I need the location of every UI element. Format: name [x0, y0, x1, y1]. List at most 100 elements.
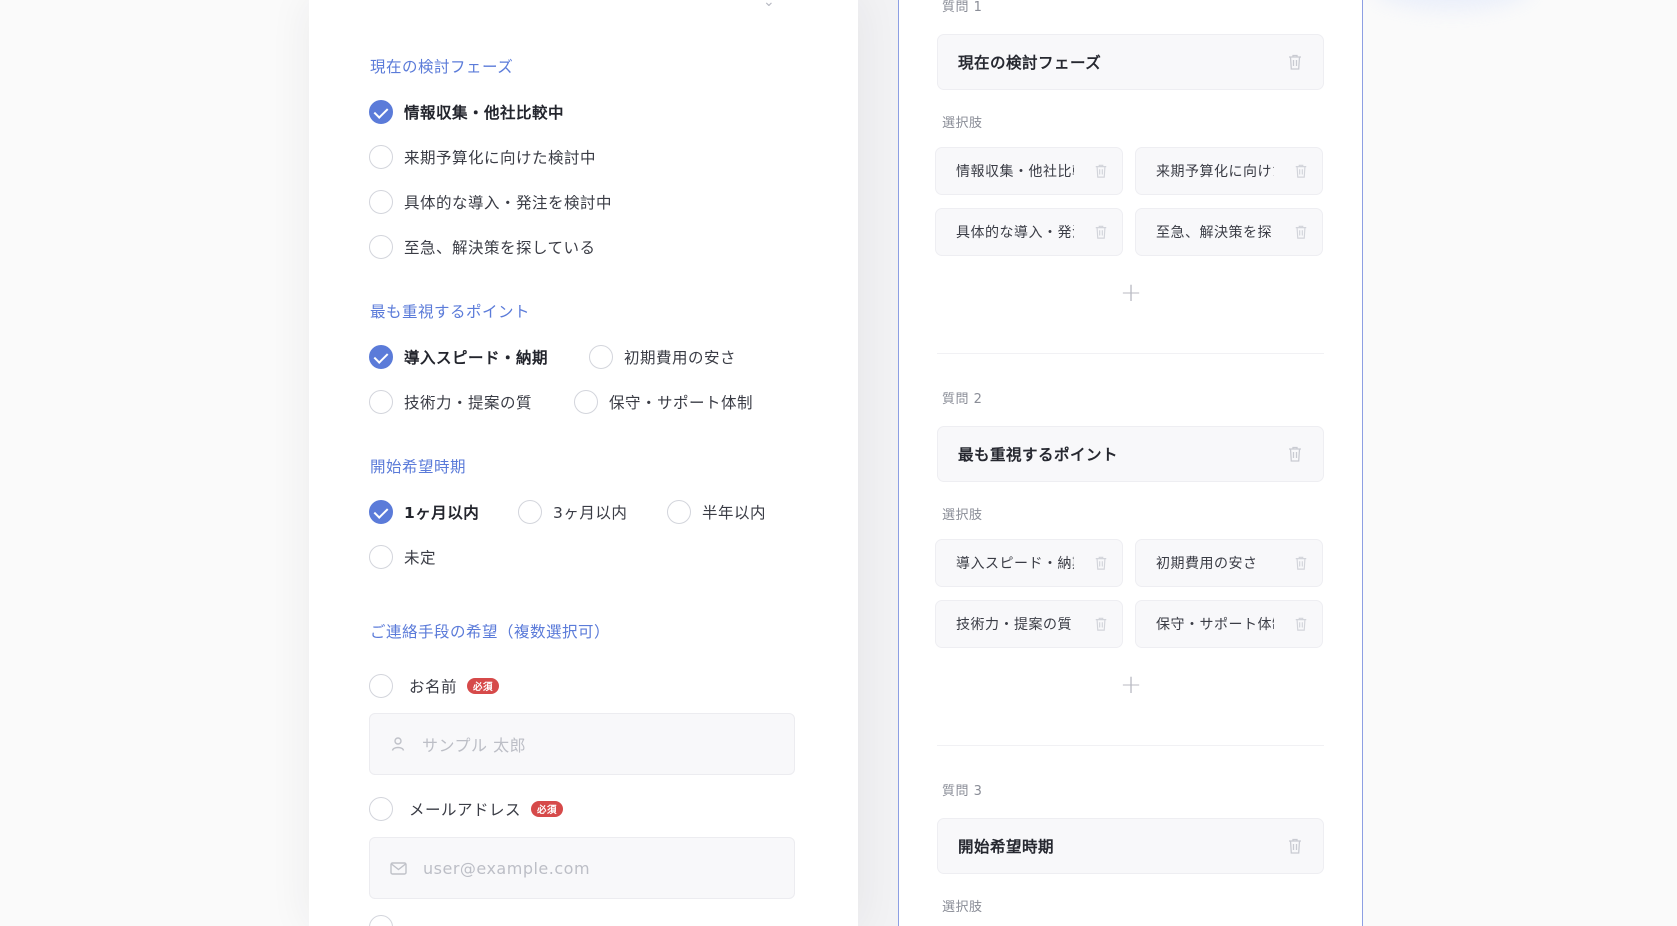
- option-label: メールアドレス: [409, 801, 522, 819]
- radio-checked-icon: [369, 500, 393, 524]
- option-chip[interactable]: 保守・サポート体制: [1135, 600, 1323, 648]
- checkbox-unchecked-icon: [369, 674, 393, 698]
- radio-option[interactable]: 保守・サポート体制: [574, 389, 753, 415]
- option-label: 1ヶ月以内: [404, 504, 480, 522]
- radio-option[interactable]: 具体的な導入・発注を検討中: [369, 189, 612, 215]
- question-number-label: 質問 1: [942, 0, 983, 15]
- trash-icon[interactable]: [1094, 224, 1108, 240]
- option-chip-text: 初期費用の安さ: [1156, 556, 1258, 572]
- trash-icon[interactable]: [1287, 445, 1303, 463]
- radio-option[interactable]: 至急、解決策を探している: [369, 234, 596, 260]
- trash-icon[interactable]: [1094, 616, 1108, 632]
- option-chip[interactable]: 具体的な導入・発注を検討中: [935, 208, 1123, 256]
- options-label: 選択肢: [942, 508, 983, 523]
- option-label: 3ヶ月以内: [553, 504, 628, 522]
- option-label: 至急、解決策を探している: [404, 239, 596, 257]
- radio-unchecked-icon: [369, 545, 393, 569]
- add-option-plus-icon[interactable]: +: [1119, 672, 1143, 698]
- chevron-icon: ⌄: [763, 0, 775, 10]
- option-label: 未定: [404, 549, 437, 567]
- option-chip-text: 至急、解決策を探している: [1156, 225, 1274, 241]
- add-option-plus-icon[interactable]: +: [1119, 280, 1143, 306]
- question-title: 開始希望時期: [370, 458, 467, 476]
- radio-option[interactable]: 半年以内: [667, 499, 766, 525]
- option-chip-text: 情報収集・他社比較中: [956, 164, 1074, 180]
- option-label: 半年以内: [702, 504, 767, 522]
- options-label: 選択肢: [942, 116, 983, 131]
- question-text: 開始希望時期: [958, 838, 1055, 856]
- radio-unchecked-icon: [518, 500, 542, 524]
- required-badge: 必須: [531, 801, 564, 817]
- option-chip-text: 来期予算化に向けた検討中: [1156, 164, 1274, 180]
- option-chip[interactable]: 至急、解決策を探している: [1135, 208, 1323, 256]
- trash-icon[interactable]: [1294, 163, 1308, 179]
- radio-option[interactable]: 技術力・提案の質: [369, 389, 532, 415]
- option-chip[interactable]: 技術力・提案の質: [935, 600, 1123, 648]
- option-chip[interactable]: 初期費用の安さ: [1135, 539, 1323, 587]
- radio-option[interactable]: 1ヶ月以内: [369, 499, 479, 525]
- question-title: 最も重視するポイント: [370, 303, 531, 321]
- checkbox-unchecked-icon: [369, 797, 393, 821]
- decorative-glow: [1372, 0, 1532, 10]
- mail-icon: [390, 861, 407, 875]
- question-title: 現在の検討フェーズ: [370, 58, 514, 76]
- radio-option[interactable]: 来期予算化に向けた検討中: [369, 144, 596, 170]
- radio-checked-icon: [369, 345, 393, 369]
- options-label: 選択肢: [942, 900, 983, 915]
- radio-option[interactable]: 初期費用の安さ: [589, 344, 736, 370]
- radio-unchecked-icon: [369, 145, 393, 169]
- trash-icon[interactable]: [1094, 555, 1108, 571]
- option-label: 技術力・提案の質: [404, 394, 533, 412]
- option-chip[interactable]: 来期予算化に向けた検討中: [1135, 147, 1323, 195]
- question-text-input[interactable]: 開始希望時期: [937, 818, 1324, 874]
- radio-unchecked-icon: [369, 390, 393, 414]
- question-number-label: 質問 3: [942, 784, 983, 799]
- trash-icon[interactable]: [1287, 53, 1303, 71]
- email-placeholder: user@example.com: [423, 858, 591, 878]
- option-chip[interactable]: 情報収集・他社比較中: [935, 147, 1123, 195]
- contact-section-title: ご連絡手段の希望（複数選択可）: [370, 623, 611, 641]
- option-label: 具体的な導入・発注を検討中: [404, 194, 613, 212]
- option-chip-text: 保守・サポート体制: [1156, 617, 1274, 633]
- trash-icon[interactable]: [1287, 837, 1303, 855]
- checkbox-unchecked-icon: [369, 915, 393, 926]
- option-chip-text: 導入スピード・納期: [956, 556, 1074, 572]
- radio-unchecked-icon: [369, 190, 393, 214]
- contact-option-name[interactable]: お名前 必須: [369, 673, 500, 699]
- question-text: 現在の検討フェーズ: [958, 54, 1102, 72]
- radio-unchecked-icon: [667, 500, 691, 524]
- required-badge: 必須: [467, 678, 500, 694]
- radio-option[interactable]: 未定: [369, 544, 436, 570]
- option-label: 保守・サポート体制: [609, 394, 754, 412]
- question-text-input[interactable]: 現在の検討フェーズ: [937, 34, 1324, 90]
- option-label: 情報収集・他社比較中: [404, 104, 565, 122]
- option-label: 来期予算化に向けた検討中: [404, 149, 597, 167]
- option-label: 初期費用の安さ: [624, 349, 737, 367]
- trash-icon[interactable]: [1294, 555, 1308, 571]
- name-input[interactable]: サンプル 太郎: [369, 713, 795, 775]
- question-number-label: 質問 2: [942, 392, 983, 407]
- option-chip-text: 技術力・提案の質: [956, 617, 1072, 633]
- radio-unchecked-icon: [589, 345, 613, 369]
- radio-checked-icon: [369, 100, 393, 124]
- contact-option-email[interactable]: メールアドレス 必須: [369, 796, 564, 822]
- contact-option-phone[interactable]: [369, 914, 393, 926]
- divider: [937, 745, 1324, 746]
- question-text-input[interactable]: 最も重視するポイント: [937, 426, 1324, 482]
- radio-option[interactable]: 導入スピード・納期: [369, 344, 548, 370]
- radio-option[interactable]: 3ヶ月以内: [518, 499, 627, 525]
- question-text: 最も重視するポイント: [958, 446, 1119, 464]
- option-label: お名前: [409, 678, 458, 696]
- trash-icon[interactable]: [1294, 616, 1308, 632]
- trash-icon[interactable]: [1094, 163, 1108, 179]
- radio-unchecked-icon: [574, 390, 598, 414]
- email-input[interactable]: user@example.com: [369, 837, 795, 899]
- name-placeholder: サンプル 太郎: [422, 736, 527, 755]
- option-chip[interactable]: 導入スピード・納期: [935, 539, 1123, 587]
- trash-icon[interactable]: [1294, 224, 1308, 240]
- divider: [937, 353, 1324, 354]
- radio-option[interactable]: 情報収集・他社比較中: [369, 99, 564, 125]
- option-chip-text: 具体的な導入・発注を検討中: [956, 225, 1074, 241]
- option-label: 導入スピード・納期: [404, 349, 549, 367]
- user-icon: [391, 737, 405, 751]
